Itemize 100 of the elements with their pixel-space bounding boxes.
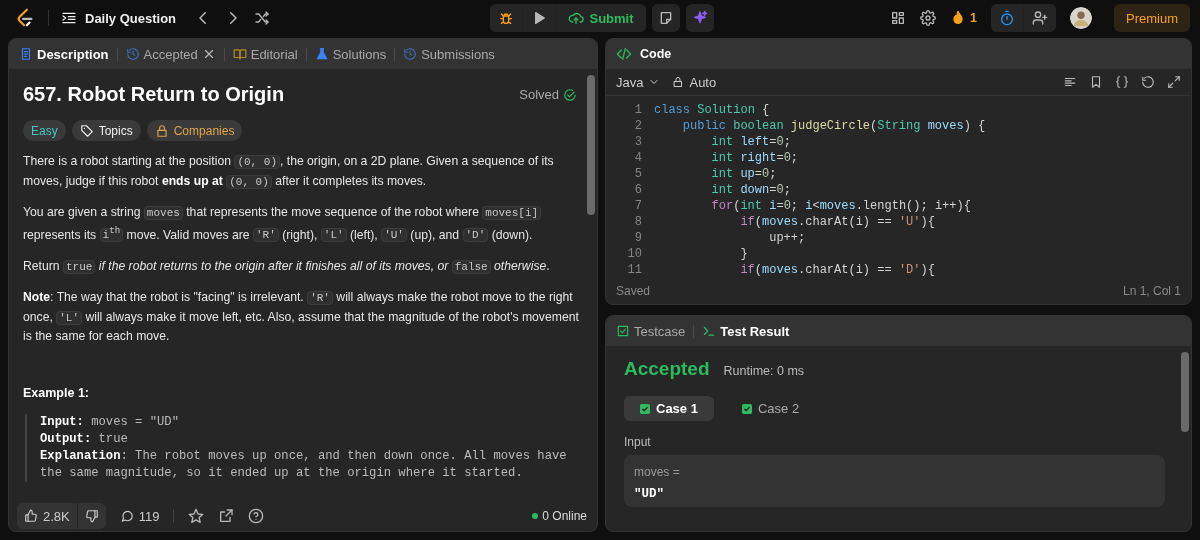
share-icon[interactable]	[218, 508, 235, 524]
code-line: for(int i=0; i<moves.length(); i++){	[710, 199, 971, 213]
line-number: 10	[626, 247, 643, 261]
panel-title: Code	[640, 47, 672, 61]
undo-icon[interactable]	[1141, 75, 1155, 89]
line-number: 2	[633, 119, 643, 133]
inline-code: 'U'	[381, 228, 407, 243]
input-value: "UD"	[634, 487, 665, 501]
bug-icon	[498, 10, 515, 26]
description-paragraph: There is a robot starting at the position (0, 0) , the origin, on a 2D plane. Given a sequence of its moves, judge if this robot ends up at (0, 0) after it completes its moves.	[23, 153, 555, 191]
code-line: int up=0;	[710, 167, 777, 181]
save-status: Saved	[616, 284, 651, 298]
checkbox-icon	[616, 324, 630, 338]
panel-tab[interactable]: Solutions	[314, 46, 387, 62]
language-dropdown[interactable]: Java	[616, 74, 661, 90]
inline-code: moves[i]	[482, 206, 542, 220]
description-paragraph: Note: The way that the robot is "facing" is irrelevant. 'R' will always make the robot move to the right once, 'L' will always make it move left, etc. Also, assume that the magnitude of the robot's movement is the same for each move.	[23, 289, 579, 346]
example-line: Output: true	[40, 430, 129, 448]
code-line: if(moves.charAt(i) == 'D'){	[739, 263, 935, 277]
inline-code: 'R'	[307, 291, 333, 306]
line-number: 4	[633, 151, 643, 165]
shuffle-icon[interactable]	[254, 10, 271, 26]
layout-icon[interactable]	[890, 10, 907, 26]
line-number: 6	[633, 183, 643, 197]
problem-title: 657. Robot Return to Origin	[23, 83, 285, 106]
star-icon[interactable]	[188, 508, 205, 524]
panel-tab[interactable]: Test Result	[702, 323, 790, 339]
panel-tab[interactable]: Description	[19, 46, 109, 62]
line-number: 3	[633, 135, 643, 149]
code-line: }	[739, 247, 748, 261]
avatar[interactable]	[1070, 7, 1092, 29]
mode-toggle[interactable]: Auto	[672, 74, 717, 90]
book-icon	[232, 47, 247, 61]
code-line: int left=0;	[710, 135, 791, 149]
inline-code: 'L'	[56, 310, 82, 325]
panel-tab[interactable]: Testcase	[616, 323, 686, 339]
stopwatch-icon	[999, 10, 1015, 26]
tag-chip[interactable]: Companies	[146, 120, 243, 141]
code-line: int down=0;	[710, 183, 791, 197]
comment-icon	[119, 509, 134, 523]
runtime: Runtime: 0 ms	[723, 364, 805, 378]
cursor-position: Ln 1, Col 1	[1122, 284, 1181, 298]
case-tab[interactable]: Case 2	[725, 396, 816, 421]
code-line: if(moves.charAt(i) == 'U'){	[739, 215, 935, 229]
panel-tab[interactable]: Editorial	[232, 46, 298, 62]
settings-icon[interactable]	[920, 10, 937, 26]
history-icon	[403, 47, 418, 61]
online-count: 0 Online	[532, 509, 587, 523]
code-line: class Solution {	[654, 103, 770, 117]
example-heading: Example 1:	[23, 385, 90, 400]
check-circle-icon	[563, 87, 577, 102]
inline-code: true	[62, 259, 96, 274]
inline-code: (0, 0)	[234, 155, 280, 169]
line-number: 9	[633, 231, 643, 245]
align-left-icon[interactable]	[1063, 75, 1077, 89]
example-line: Explanation: The robot moves up once, and then down once. All moves have the same magnitude, so it ended up at the origin where it started.	[40, 447, 568, 482]
problem-list-button[interactable]: Daily Question	[61, 10, 177, 26]
line-number: 5	[633, 167, 643, 181]
bookmark-icon[interactable]	[1089, 75, 1103, 89]
panel-tab[interactable]: Accepted	[125, 46, 216, 62]
lock-icon	[154, 123, 169, 138]
expand-icon[interactable]	[1167, 75, 1181, 89]
premium-button[interactable]: Premium	[1114, 4, 1190, 32]
inline-code: (0, 0)	[226, 174, 272, 189]
terminal-icon	[702, 324, 717, 338]
case-tab[interactable]: Case 1	[624, 396, 714, 421]
inline-code: moves	[143, 206, 183, 220]
history-icon	[125, 47, 140, 61]
description-paragraph: Return true if the robot returns to the origin after it finishes all of its moves, or false otherwise.	[23, 257, 551, 276]
ai-button[interactable]	[685, 4, 714, 32]
thumbs-down-icon	[84, 509, 99, 523]
list-indent-icon	[61, 10, 77, 26]
tag-icon	[79, 123, 94, 138]
flask-icon	[314, 47, 329, 61]
streak-counter[interactable]: 1	[950, 10, 977, 26]
add-user-icon	[1032, 10, 1048, 26]
solved-status: Solved	[519, 87, 577, 102]
note-button[interactable]	[651, 4, 680, 32]
line-number: 8	[633, 215, 643, 229]
code-line: int right=0;	[710, 151, 799, 165]
line-number: 1	[633, 103, 643, 117]
inline-code: 'R'	[253, 228, 279, 243]
tag-chip[interactable]: Topics	[71, 120, 141, 141]
cloud-upload-icon	[568, 10, 585, 26]
inline-code: 'D'	[462, 228, 489, 243]
description-paragraph: You are given a string moves that represents the move sequence of the robot where moves[i] represents its i$^{th}$ move. Valid moves are 'R' (right), 'L' (left), 'U' (up), and 'D' (down).	[23, 203, 579, 245]
comments-button[interactable]: 119	[119, 508, 160, 524]
code-icon	[616, 46, 632, 62]
inline-code: false	[451, 259, 491, 274]
line-number: 11	[626, 263, 643, 277]
thumbs-up-icon	[24, 509, 38, 523]
example-line: Input: moves = "UD"	[40, 413, 180, 431]
lock-icon	[672, 76, 685, 88]
tag-chip[interactable]: Easy	[23, 120, 66, 141]
inline-code: 'L'	[320, 228, 347, 243]
help-icon[interactable]	[248, 508, 265, 524]
panel-tab[interactable]: Submissions	[403, 46, 495, 62]
braces-icon[interactable]	[1115, 75, 1129, 89]
code-line: public boolean judgeCircle(String moves) {	[681, 119, 986, 133]
streak-count: 1	[970, 11, 977, 25]
